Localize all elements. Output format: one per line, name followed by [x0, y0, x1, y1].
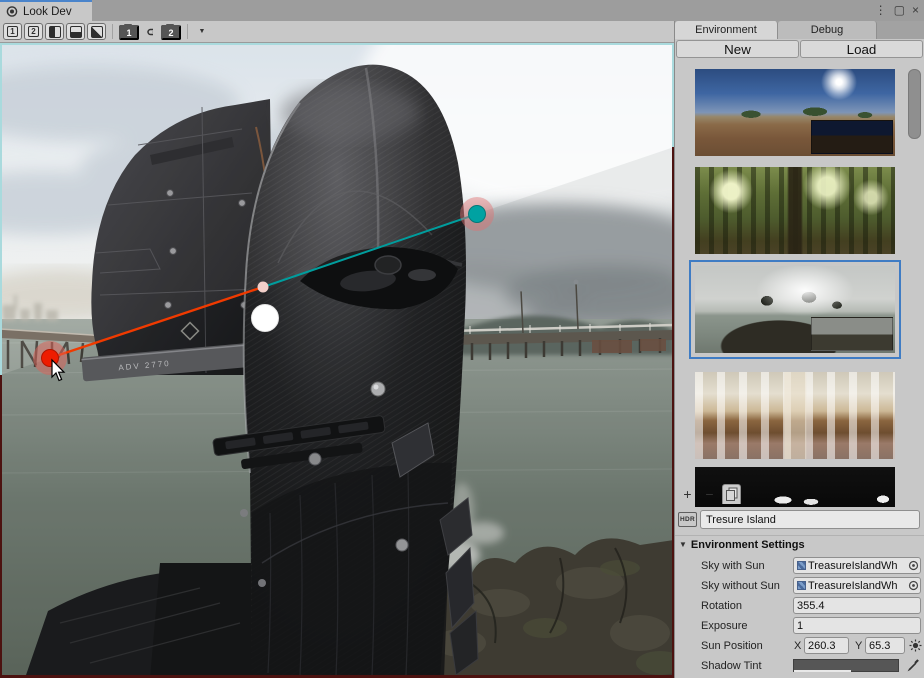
hdri-thumbnail-treasure-island-inset [811, 317, 893, 351]
white-marker-dot[interactable] [252, 305, 279, 332]
rotation-row: Rotation 355.4 [675, 596, 924, 616]
shadow-tint-color-swatch[interactable] [793, 659, 899, 672]
sky-with-sun-object-field[interactable]: TreasureIslandWh [793, 557, 921, 574]
link-icon [147, 27, 153, 37]
cubemap-texture-icon [797, 581, 806, 590]
object-picker-icon[interactable] [908, 580, 919, 591]
split-diagonal-button[interactable] [87, 23, 106, 40]
eyedropper-button[interactable] [905, 657, 921, 673]
sky-with-sun-row: Sky with Sun TreasureIslandWh [675, 556, 924, 576]
environment-panel: Environment Debug New Load + − [674, 21, 924, 678]
sun-icon [909, 639, 922, 652]
exposure-field[interactable]: 1 [793, 617, 921, 634]
sky-with-sun-value: TreasureIslandWh [808, 560, 897, 572]
duplicate-icon [725, 487, 738, 502]
rendered-scene: ADV 2770 [0, 43, 674, 678]
tab-look-dev[interactable]: Look Dev [0, 0, 92, 21]
maximize-icon[interactable]: ▢ [894, 3, 905, 17]
tab-environment[interactable]: Environment [675, 21, 778, 39]
tab-look-dev-label: Look Dev [23, 6, 72, 18]
sun-position-label: Sun Position [701, 640, 763, 652]
teal-sun-handle[interactable] [469, 206, 486, 223]
toolbar-separator [112, 24, 113, 39]
toolbar-separator-2 [187, 24, 188, 39]
sun-x-label: X [794, 640, 801, 652]
exposure-label: Exposure [701, 620, 747, 632]
hdri-thumbnail-treasure-island[interactable] [695, 266, 895, 353]
window-controls: ⋮ ▢ × [875, 3, 919, 17]
look-dev-window: Look Dev ⋮ ▢ × 1 2 [0, 0, 924, 678]
shadow-tint-label: Shadow Tint [701, 660, 762, 672]
lookdev-toolbar: 1 2 1 [0, 21, 674, 43]
tab-debug[interactable]: Debug [778, 21, 877, 39]
cubemap-texture-icon [797, 561, 806, 570]
split-horizontal-button[interactable] [66, 23, 85, 40]
sky-without-sun-label: Sky without Sun [701, 580, 780, 592]
hdri-thumbnail-sunny-field-inset [811, 120, 893, 154]
camera-2-icon: 2 [169, 28, 174, 38]
sun-position-row: Sun Position X 260.3 Y 65.3 [675, 636, 924, 656]
environment-settings-title: Environment Settings [691, 539, 805, 551]
close-icon[interactable]: × [912, 3, 919, 17]
split-vertical-button[interactable] [45, 23, 64, 40]
camera-1-button[interactable]: 1 [119, 25, 139, 40]
new-button[interactable]: New [676, 40, 799, 58]
split-vertical-icon [49, 26, 61, 38]
single-view-2-button[interactable]: 2 [24, 23, 43, 40]
library-scrollbar[interactable] [907, 63, 922, 503]
library-buttons: + − [678, 484, 741, 504]
sun-x-field[interactable]: 260.3 [804, 637, 849, 654]
object-picker-icon[interactable] [908, 560, 919, 571]
link-cameras-button[interactable] [141, 23, 159, 40]
window-menu-icon[interactable]: ⋮ [875, 3, 887, 17]
gizmo-junction-dot[interactable] [258, 282, 269, 293]
hdri-thumbnail-church-interior[interactable] [695, 372, 895, 459]
hdri-library-list: + − [675, 60, 924, 507]
camera-options-dropdown[interactable]: ▼ [194, 23, 210, 40]
library-scrollbar-thumb[interactable] [908, 69, 921, 139]
lookdev-viewport[interactable]: ADV 2770 [0, 43, 674, 678]
environment-name-row: HDR Tresure Island [675, 507, 924, 533]
sky-with-sun-label: Sky with Sun [701, 560, 765, 572]
rotation-field[interactable]: 355.4 [793, 597, 921, 614]
eyedropper-icon [906, 658, 920, 672]
view-2-icon: 2 [28, 26, 39, 37]
camera-1-icon: 1 [127, 28, 132, 38]
sun-y-field[interactable]: 65.3 [865, 637, 905, 654]
split-diagonal-icon [91, 26, 103, 38]
duplicate-environment-button[interactable] [722, 484, 741, 504]
split-horizontal-icon [70, 26, 82, 38]
hdri-thumbnail-forest[interactable] [695, 167, 895, 254]
sun-y-label: Y [855, 640, 862, 652]
hdri-thumbnail-sunny-field[interactable] [695, 69, 895, 156]
shadow-tint-row: Shadow Tint [675, 656, 924, 676]
environment-settings-header[interactable]: ▼ Environment Settings [675, 535, 924, 553]
load-button[interactable]: Load [800, 40, 923, 58]
view-1-icon: 1 [7, 26, 18, 37]
camera-2-button[interactable]: 2 [161, 25, 181, 40]
foldout-triangle-icon: ▼ [679, 540, 687, 549]
exposure-row: Exposure 1 [675, 616, 924, 636]
panel-actions: New Load [675, 39, 924, 60]
hdr-badge-icon: HDR [678, 512, 697, 527]
panel-tabs: Environment Debug [675, 21, 924, 39]
sky-without-sun-value: TreasureIslandWh [808, 580, 897, 592]
eye-icon [5, 6, 19, 17]
environment-name-field[interactable]: Tresure Island [700, 510, 920, 529]
window-tab-strip: Look Dev ⋮ ▢ × [0, 0, 924, 21]
sky-without-sun-object-field[interactable]: TreasureIslandWh [793, 577, 921, 594]
remove-environment-button[interactable]: − [700, 484, 719, 504]
sun-position-picker-button[interactable] [907, 637, 923, 653]
single-view-1-button[interactable]: 1 [3, 23, 22, 40]
environment-settings-section: ▼ Environment Settings Sky with Sun Trea… [675, 535, 924, 678]
viewport-column: 1 2 1 [0, 21, 674, 678]
chevron-down-icon: ▼ [199, 28, 206, 35]
sky-without-sun-row: Sky without Sun TreasureIslandWh [675, 576, 924, 596]
add-environment-button[interactable]: + [678, 484, 697, 504]
rotation-label: Rotation [701, 600, 742, 612]
